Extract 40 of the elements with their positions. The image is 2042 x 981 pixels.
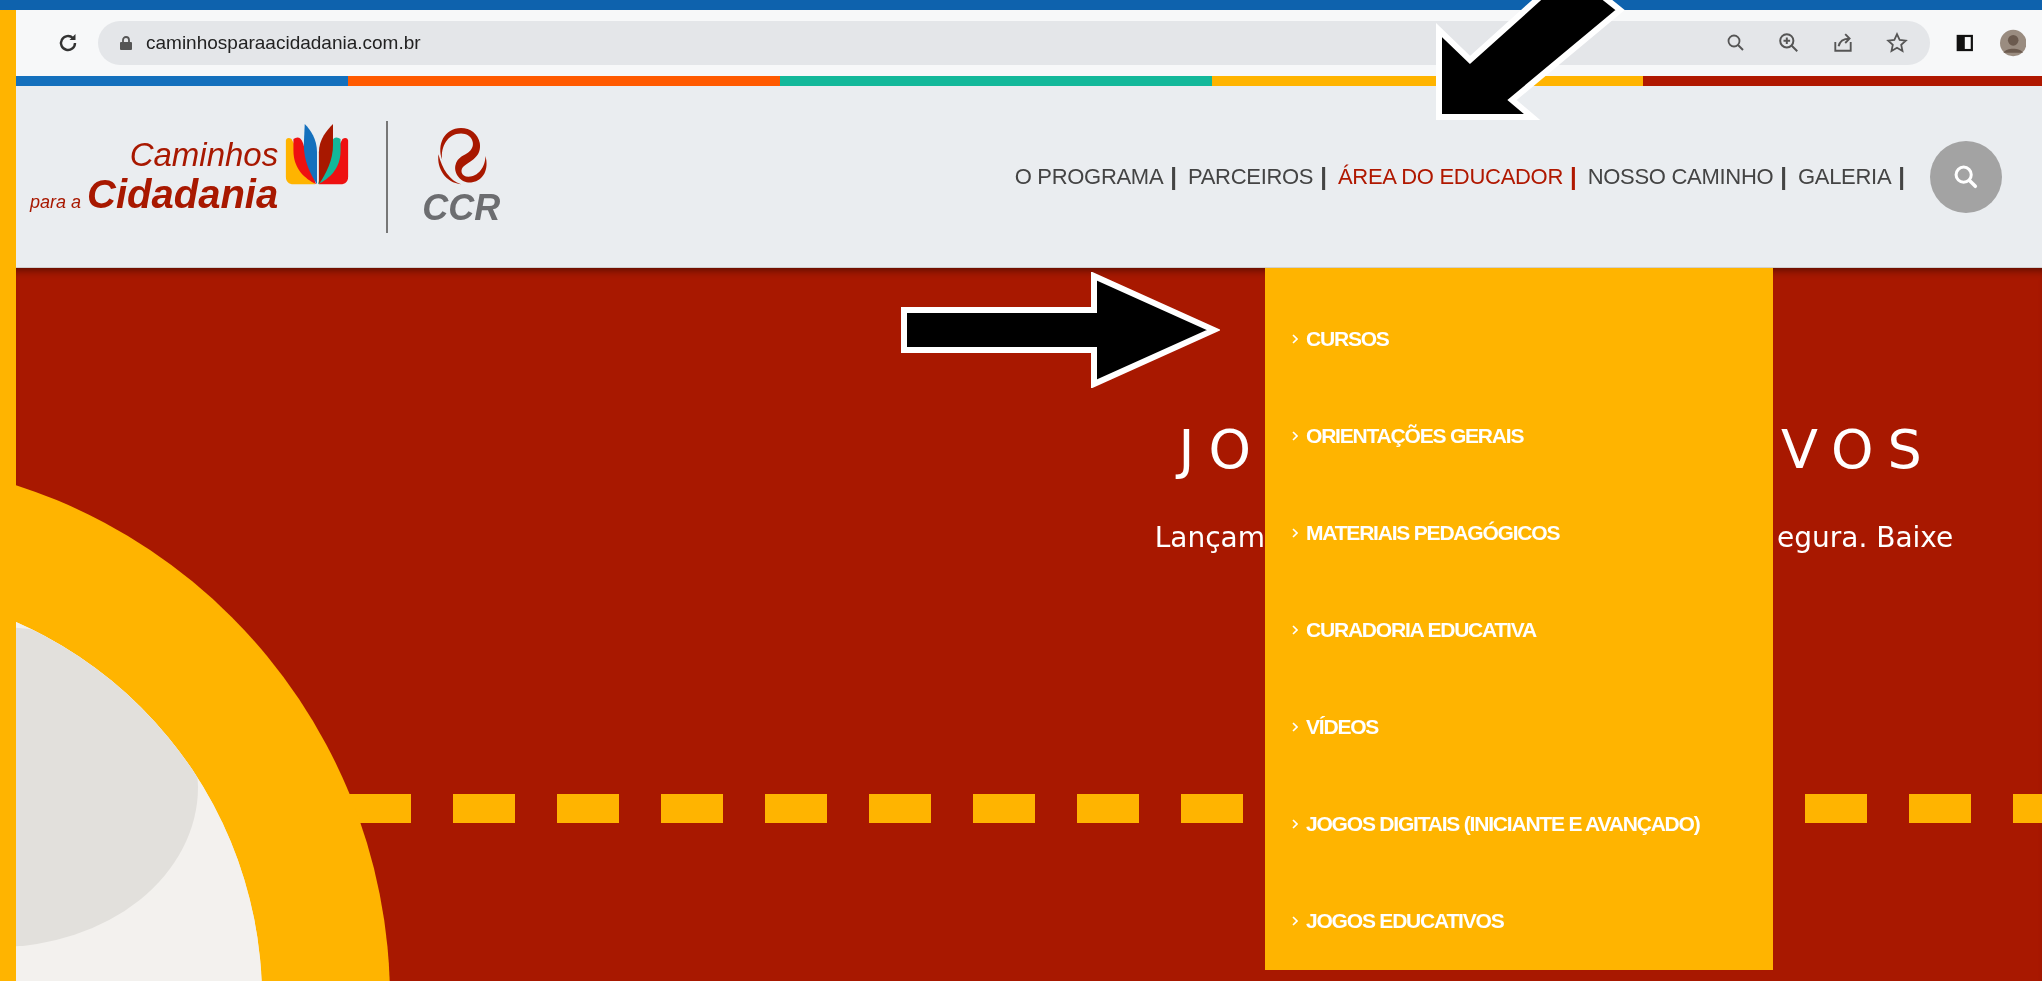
chevron-icon [1292,527,1298,538]
star-icon[interactable] [1886,32,1908,54]
zoom-in-icon[interactable] [1778,32,1800,54]
chevron-icon [1292,819,1298,830]
menu-item[interactable]: JOGOS EDUCATIVOS [1265,872,1773,970]
logo-text: Cidadania [87,172,279,215]
menu-item[interactable]: VÍDEOS [1265,678,1773,776]
hero-title: VOS [1781,418,1937,481]
nav-separator: | [1320,162,1327,191]
nav-link[interactable]: PARCEIROS [1188,163,1314,190]
search-icon[interactable] [1726,33,1746,53]
chevron-icon [1292,333,1298,344]
chevron-icon [1292,722,1298,733]
side-panel-icon[interactable] [1956,33,1974,53]
nav-link[interactable]: NOSSO CAMINHO [1587,163,1774,190]
logo-text: Caminhos [129,138,279,173]
chevron-icon [1292,430,1298,441]
nav-separator: | [1170,162,1177,191]
nav-link[interactable]: O PROGRAMA [1014,163,1164,190]
hero-title: JO [16,418,1265,481]
nav-separator: | [1780,162,1787,191]
lock-icon [120,36,132,50]
nav-separator: | [1570,162,1577,191]
chevron-icon [1292,916,1298,927]
logo-text: CCR [422,187,501,228]
logo-text: para a [30,191,82,213]
nav-link[interactable]: ÁREA DO EDUCADOR [1337,163,1563,190]
menu-item[interactable]: ORIENTAÇÕES GERAIS [1265,387,1773,485]
hero-subtitle: Lançam [1153,521,1265,554]
share-icon[interactable] [1832,32,1854,54]
menu-item[interactable]: CURADORIA EDUCATIVA [1265,581,1773,679]
chevron-icon [1292,625,1298,635]
nav-separator: | [1898,162,1905,191]
address-bar[interactable]: caminhosparaacidadania.com.br [98,21,1930,65]
avatar[interactable] [1999,28,2026,58]
menu-item[interactable]: JOGOS DIGITAIS (INICIANTE E AVANÇADO) [1265,775,1773,873]
menu-item[interactable]: MATERIAIS PEDAGÓGICOS [1265,484,1773,582]
hero-subtitle: egura. Baixe [1777,521,1955,554]
nav-link[interactable]: GALERIA [1798,163,1892,190]
menu-item[interactable]: CURSOS [1265,290,1773,388]
